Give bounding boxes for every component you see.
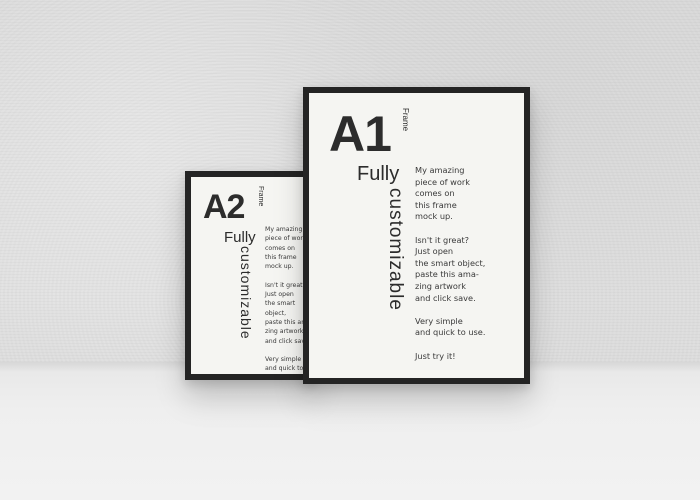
a2-headline: Fully <box>224 229 256 246</box>
a2-frame: A2 Frame Fully customizable My amazing p… <box>185 171 316 380</box>
a1-vertical-text: customizable <box>385 188 406 311</box>
a1-title: A1 <box>329 106 392 162</box>
a2-vertical-text: customizable <box>238 246 254 340</box>
a1-frame-label: Frame <box>401 108 410 132</box>
a2-title: A2 <box>203 188 245 226</box>
a2-frame-label: Frame <box>257 186 264 207</box>
a1-frame: A1 Frame Fully customizable My amazing p… <box>303 87 530 384</box>
a1-headline: Fully <box>357 163 400 185</box>
a1-poster: A1 Frame Fully customizable My amazing p… <box>309 93 524 378</box>
a1-body-copy: My amazing piece of work comes on this f… <box>415 165 486 361</box>
a2-poster: A2 Frame Fully customizable My amazing p… <box>191 177 310 374</box>
